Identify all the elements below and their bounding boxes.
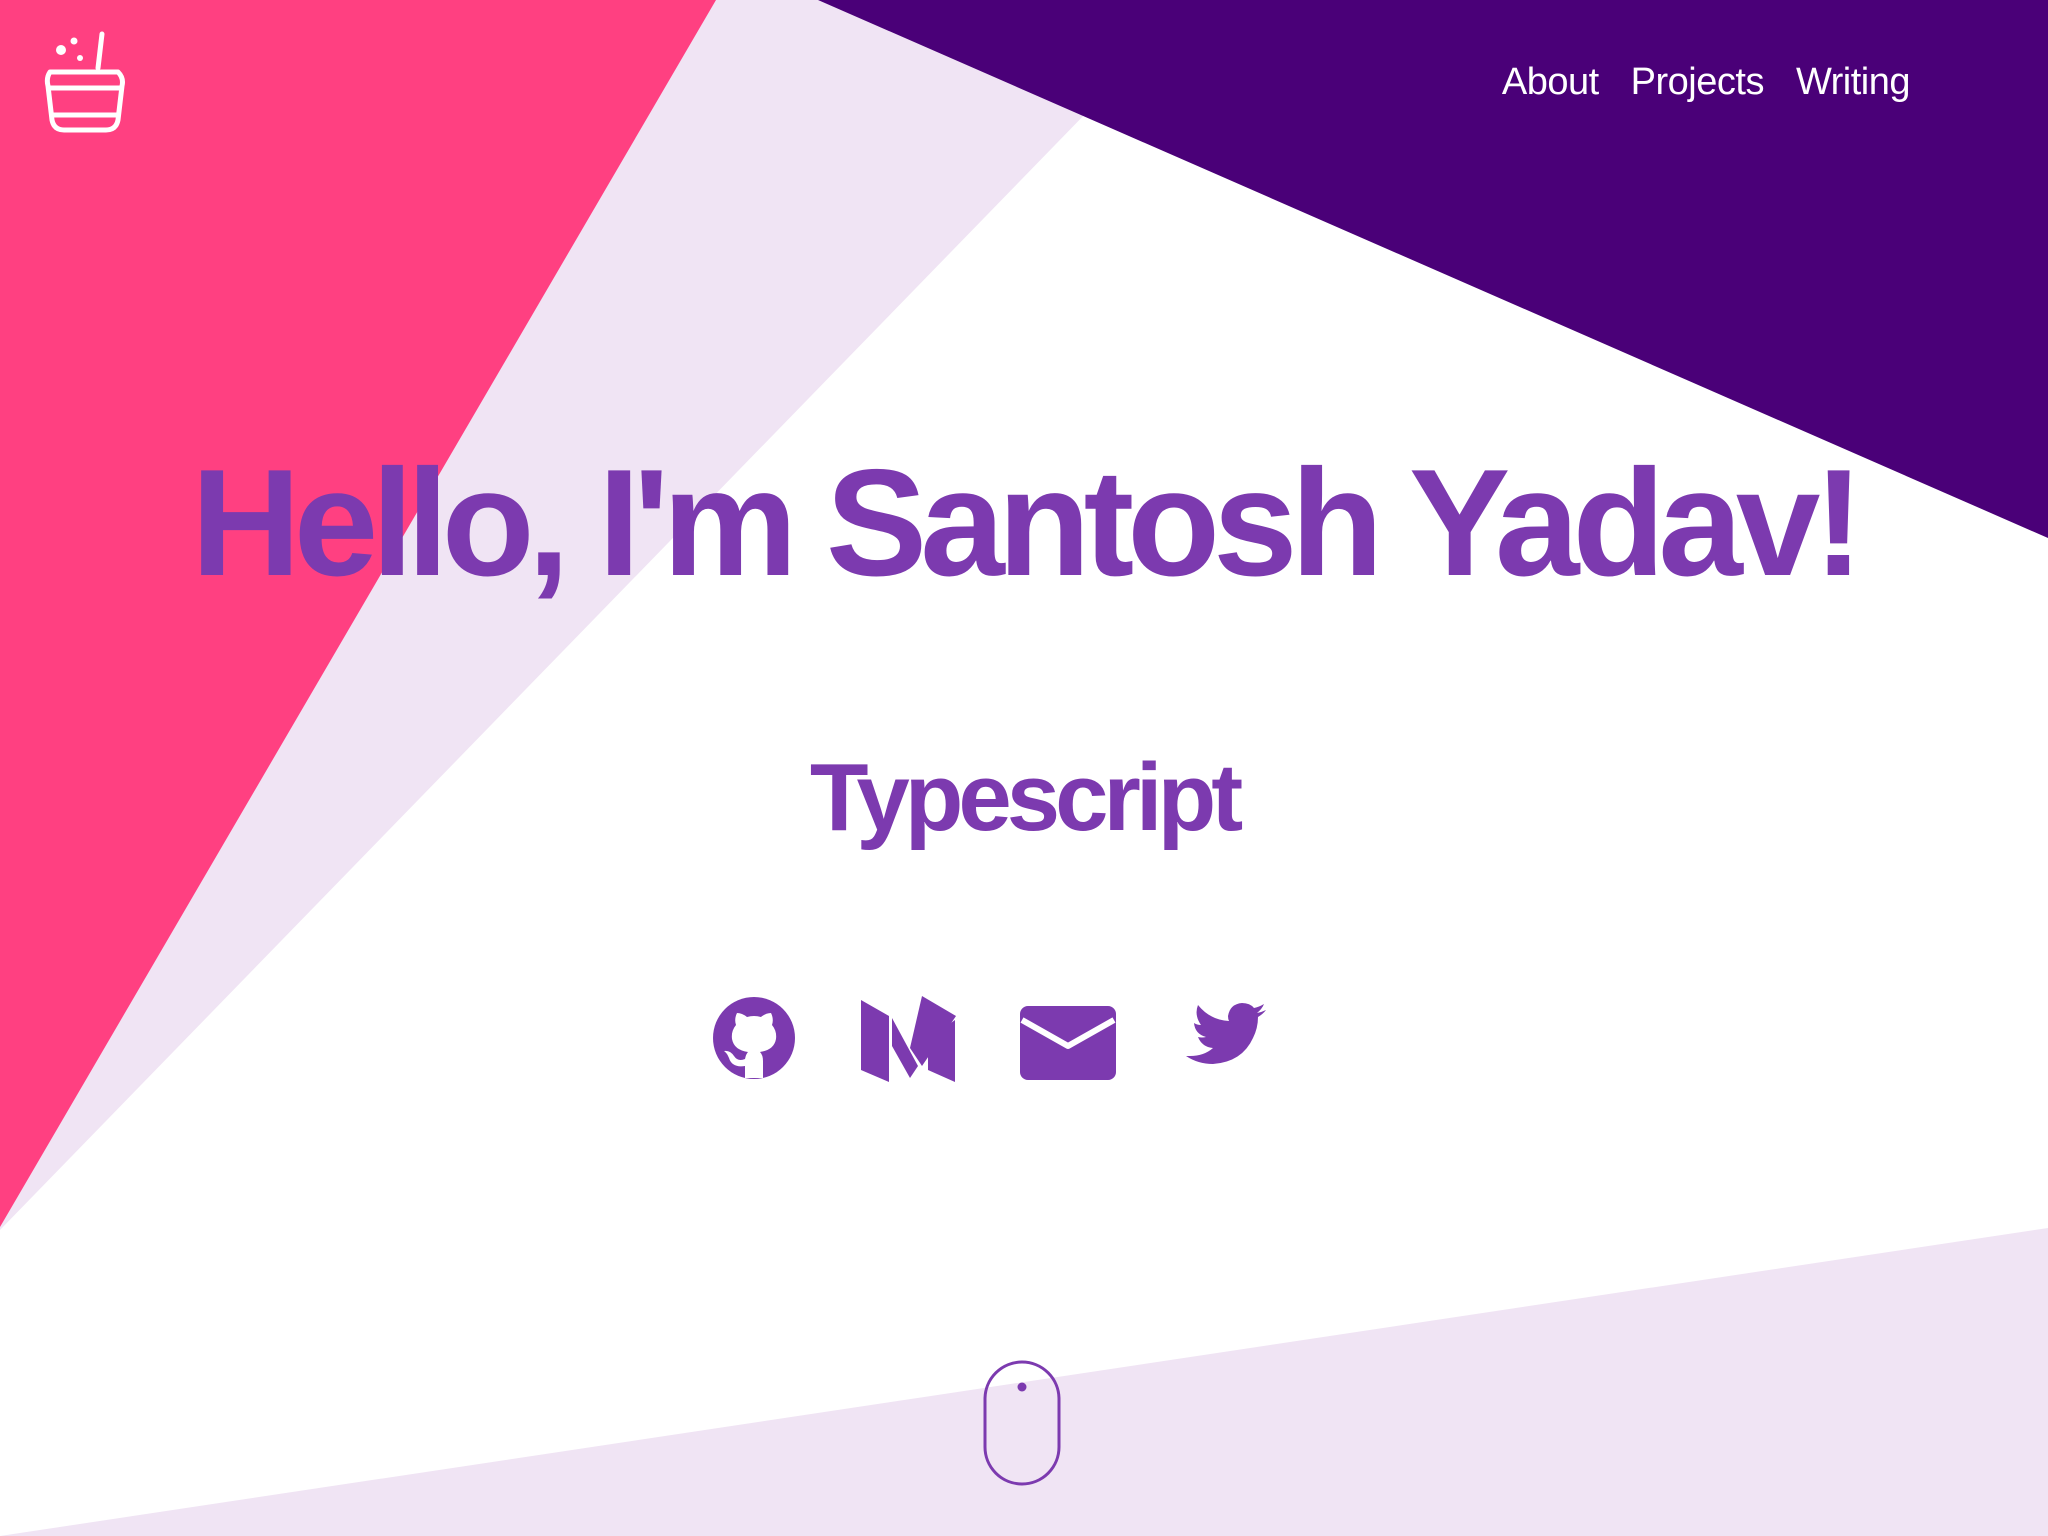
social-links xyxy=(0,996,2048,1086)
nav-link-projects[interactable]: Projects xyxy=(1631,56,1765,108)
email-link[interactable] xyxy=(1018,996,1118,1080)
nav-link-about[interactable]: About xyxy=(1502,56,1599,108)
mail-icon xyxy=(1020,1006,1116,1080)
nav-link-writing[interactable]: Writing xyxy=(1796,56,1911,108)
medium-link[interactable] xyxy=(858,996,958,1082)
hero-subtitle: Typescript xyxy=(809,744,1243,851)
hero-title: Hello, I'm Santosh Yadav! xyxy=(191,438,1864,608)
twitter-icon xyxy=(1186,1003,1266,1064)
site-logo[interactable] xyxy=(40,28,128,136)
bubble-tea-icon xyxy=(44,31,125,133)
github-link[interactable] xyxy=(712,996,796,1080)
main-nav: About Projects Writing xyxy=(1460,56,1911,108)
github-icon xyxy=(713,997,795,1079)
medium-icon xyxy=(861,996,956,1082)
mouse-icon xyxy=(983,1360,1061,1486)
twitter-link[interactable] xyxy=(1180,996,1268,1076)
scroll-down-indicator[interactable] xyxy=(982,1359,1062,1487)
